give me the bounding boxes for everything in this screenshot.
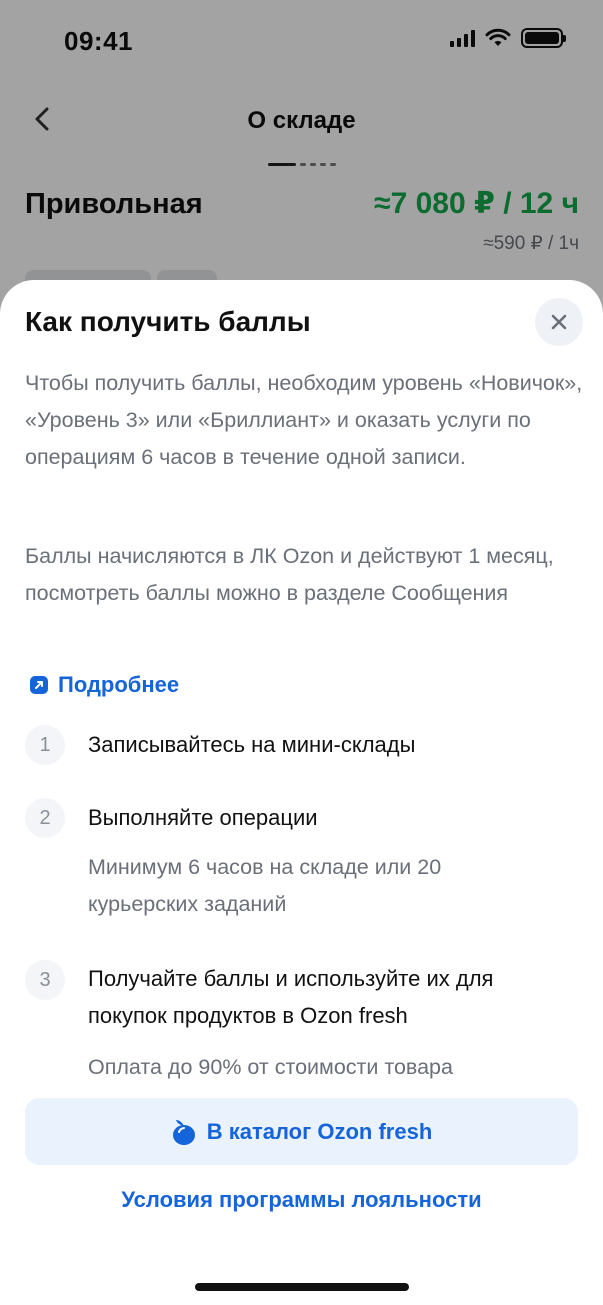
more-link-label: Подробнее	[58, 672, 180, 697]
points-info-text: Баллы начисляются в ЛК Ozon и действуют …	[25, 544, 554, 605]
step-note: Минимум 6 часов на складе или 20 курьерс…	[88, 855, 442, 916]
requirements-text: Чтобы получить баллы, необходим уровень …	[25, 371, 583, 469]
step-title: Получайте баллы и используйте их для пок…	[88, 966, 494, 1028]
step-number: 1	[25, 725, 65, 765]
close-icon	[551, 314, 567, 330]
step-title: Записывайтесь на мини-склады	[88, 732, 416, 757]
step-title: Выполняйте операции	[88, 805, 318, 830]
home-indicator	[195, 1283, 409, 1291]
external-link-icon	[30, 676, 48, 694]
apple-icon	[172, 1119, 195, 1145]
close-button[interactable]	[535, 298, 583, 346]
step-number: 2	[25, 798, 65, 838]
sheet-title: Как получить баллы	[25, 306, 311, 337]
loyalty-terms-link[interactable]: Условия программы лояльности	[0, 1187, 603, 1213]
catalog-button[interactable]: В каталог Ozon fresh	[25, 1098, 578, 1165]
step-note: Оплата до 90% от стоимости товара	[88, 1055, 453, 1079]
catalog-button-label: В каталог Ozon fresh	[206, 1118, 433, 1144]
bottom-sheet: Как получить баллы Чтобы получить баллы,…	[0, 280, 603, 1305]
step-number: 3	[25, 960, 65, 1000]
more-link[interactable]: Подробнее	[28, 672, 179, 698]
